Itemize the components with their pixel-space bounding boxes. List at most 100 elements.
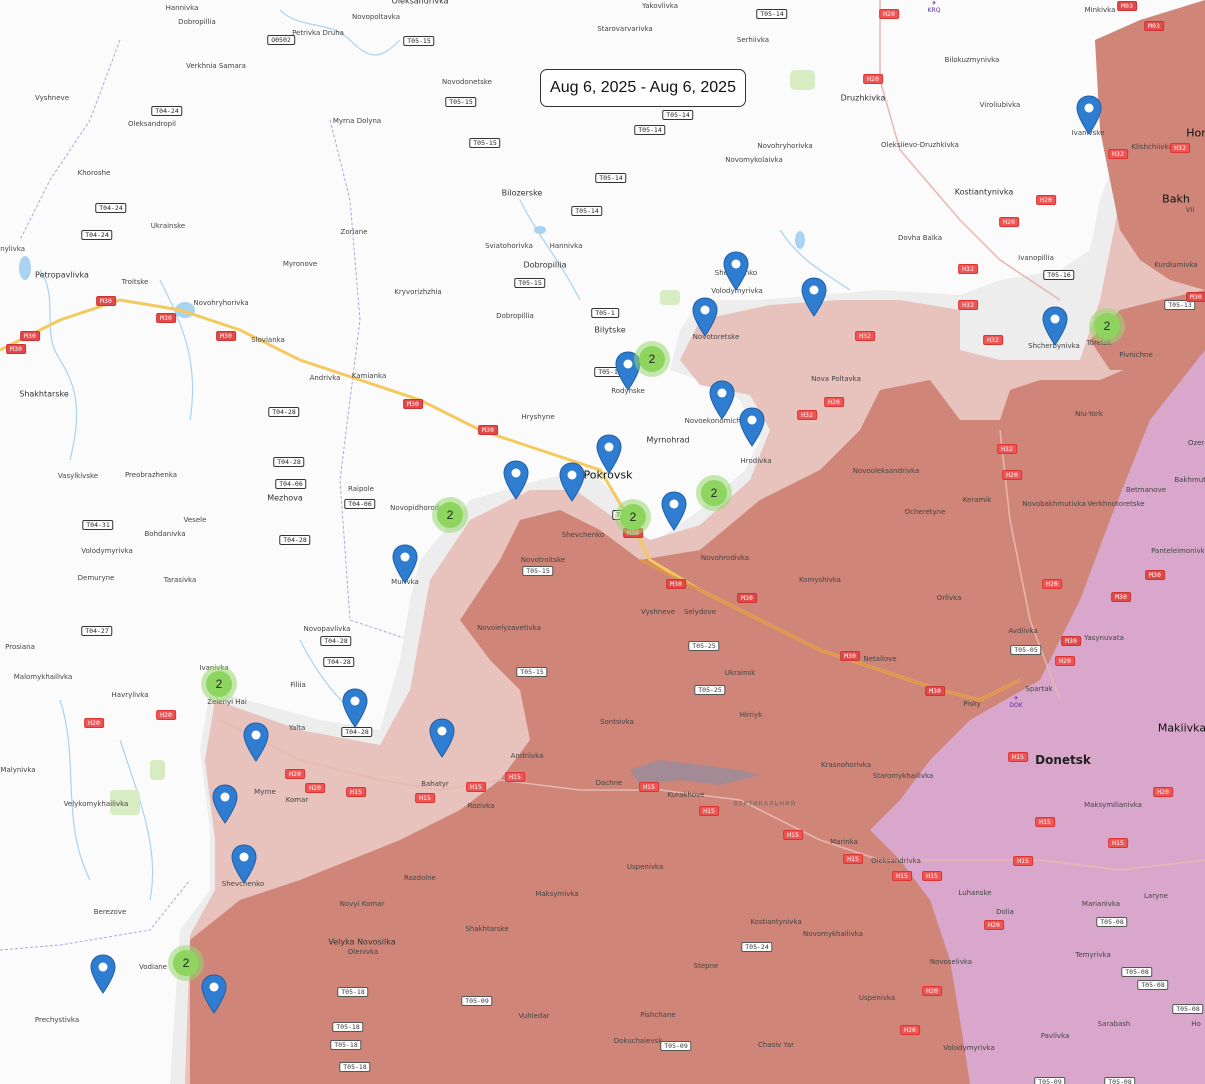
road-shield: T04-24 xyxy=(81,230,113,240)
map-pin-icon[interactable] xyxy=(692,297,718,337)
map-pin-icon[interactable] xyxy=(429,718,455,758)
place-label: Hrodivka xyxy=(740,457,772,465)
place-label: Olenivka xyxy=(347,948,379,956)
map-pin-icon[interactable] xyxy=(342,688,368,728)
road-shield: H15 xyxy=(843,854,863,864)
map-pin-icon[interactable] xyxy=(392,544,418,584)
road-shield: H20 xyxy=(999,217,1019,227)
place-label: Hannivka xyxy=(165,4,199,12)
airport-code: KRQ xyxy=(927,7,941,14)
road-shield: M30 xyxy=(666,579,686,589)
road-shield: H20 xyxy=(1036,195,1056,205)
place-label: Novobakhmutivka xyxy=(1022,500,1086,508)
place-label: Vasylkivske xyxy=(57,472,99,480)
place-label: Andriivka xyxy=(510,752,544,760)
road-shield: T04-28 xyxy=(273,457,305,467)
place-label: Staromykhailivka xyxy=(872,772,934,780)
place-label: Selydove xyxy=(683,608,717,616)
map-pin-icon[interactable] xyxy=(212,784,238,824)
place-label: Novoselivka xyxy=(929,958,973,966)
road-shield: M30 xyxy=(156,313,176,323)
place-label: Yasynuvata xyxy=(1084,634,1124,642)
place-label: Kamianka xyxy=(351,372,387,380)
map-pin-icon[interactable] xyxy=(739,407,765,447)
place-label: Dolia xyxy=(996,908,1014,916)
place-label: Panteleimonivka xyxy=(1151,547,1205,555)
place-label: Kurdiumivka xyxy=(1154,261,1198,269)
airport-code: DOK xyxy=(1009,702,1023,709)
map-pin-icon[interactable] xyxy=(1042,306,1068,346)
place-label: Slovianka xyxy=(251,336,285,344)
map-pin-icon[interactable] xyxy=(243,722,269,762)
road-shield: H20 xyxy=(900,1025,920,1035)
place-label: Novohryhorivka xyxy=(193,299,249,307)
marker-cluster[interactable]: 2 xyxy=(201,666,237,702)
marker-cluster[interactable]: 2 xyxy=(696,475,732,511)
place-label: Vyshneve xyxy=(34,94,70,102)
map-pin-icon[interactable] xyxy=(503,460,529,500)
place-label: Rozivka xyxy=(467,802,495,810)
road-shield: H32 xyxy=(958,264,978,274)
admin-border xyxy=(19,39,411,641)
road-shield: T05-24 xyxy=(741,942,773,952)
road-shield: H15 xyxy=(1108,838,1128,848)
cluster-count: 2 xyxy=(173,950,199,976)
place-label: Ivanopillia xyxy=(1018,254,1054,262)
map-pin-icon[interactable] xyxy=(201,974,227,1014)
place-label: Minkivka xyxy=(1084,6,1116,14)
place-label: Ocheretyne xyxy=(904,508,946,516)
map-pin-icon[interactable] xyxy=(231,844,257,884)
road-shield: H32 xyxy=(958,300,978,310)
place-label: Demuryne xyxy=(77,574,115,582)
road-shield: T05-25 xyxy=(688,641,720,651)
place-label: Komar xyxy=(285,796,309,804)
road-shield: M30 xyxy=(20,331,40,341)
map-pin-icon[interactable] xyxy=(801,277,827,317)
place-label: Novomykolaivka xyxy=(725,156,783,164)
map-pin-icon[interactable] xyxy=(1076,95,1102,135)
map-pin-icon[interactable] xyxy=(559,462,585,502)
road-shield: H20 xyxy=(879,9,899,19)
cluster-count: 2 xyxy=(620,504,646,530)
place-label: Bakh xyxy=(1162,192,1190,206)
marker-cluster[interactable]: 2 xyxy=(432,497,468,533)
place-label: Uspenivka xyxy=(626,863,664,871)
place-label: Rozdolne xyxy=(404,874,436,882)
map-pin-icon[interactable] xyxy=(661,491,687,531)
place-label: ВЕРТИКАЛЬНИЙ xyxy=(733,800,797,808)
road-shield: T05-09 xyxy=(1034,1077,1066,1084)
place-label: Pavlivka xyxy=(1040,1032,1070,1040)
road-shield: M30 xyxy=(478,425,498,435)
place-label: Novotroitske xyxy=(520,556,566,564)
marker-cluster[interactable]: 2 xyxy=(1089,308,1125,344)
airport-label: ✈ DOK xyxy=(1009,695,1022,709)
place-label: Pivnichne xyxy=(1119,351,1153,359)
map-pin-icon[interactable] xyxy=(90,954,116,994)
place-label: Bohdanivka xyxy=(144,530,186,538)
place-label: Avdiivka xyxy=(1008,627,1038,635)
road-shield: M30 xyxy=(1061,636,1081,646)
place-label: Marianivka xyxy=(1081,900,1121,908)
place-label: Petrivka Druha xyxy=(292,29,344,37)
map-pin-icon[interactable] xyxy=(709,380,735,420)
map-pin-icon[interactable] xyxy=(723,251,749,291)
road-shield: H32 xyxy=(983,335,1003,345)
place-label: Prechystivka xyxy=(34,1016,80,1024)
place-label: Velykomykhailivka xyxy=(63,800,129,808)
place-label: Malomykhailivka xyxy=(13,673,73,681)
road-shield: T05-15 xyxy=(469,138,501,148)
road-shield: H15 xyxy=(505,772,525,782)
place-label: Verkhnotoretske xyxy=(1087,500,1145,508)
road-shield: H20 xyxy=(824,397,844,407)
road-shield: H15 xyxy=(1013,856,1033,866)
road-shield: T05-18 xyxy=(332,1022,364,1032)
marker-cluster[interactable]: 2 xyxy=(168,945,204,981)
place-label: Marinka xyxy=(830,838,858,846)
map-view[interactable]: Hannivka Dobropillia Novopoltavka Petrivka … xyxy=(0,0,1205,1084)
marker-cluster[interactable]: 2 xyxy=(634,341,670,377)
place-label: Preobrazhenka xyxy=(124,471,178,479)
map-pin-icon[interactable] xyxy=(596,434,622,474)
road-shield: T04-28 xyxy=(323,657,355,667)
road-shield: H20 xyxy=(863,74,883,84)
marker-cluster[interactable]: 2 xyxy=(615,499,651,535)
